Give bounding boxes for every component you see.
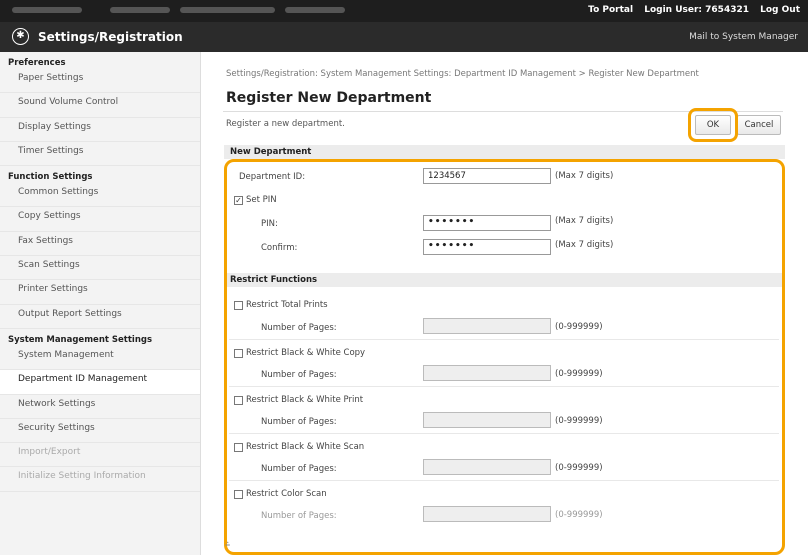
sidebar-item-initialize[interactable]: Initialize Setting Information [0, 467, 200, 492]
blurred-text [285, 7, 345, 13]
sidebar-item-output-report[interactable]: Output Report Settings [0, 305, 200, 329]
blurred-text [110, 7, 170, 13]
sidebar-item-paper-settings[interactable]: Paper Settings [0, 69, 200, 94]
page-description: Register a new department. [226, 119, 345, 129]
sidebar-item-system-management[interactable]: System Management [0, 346, 200, 371]
main-content: Settings/Registration: System Management… [201, 52, 808, 555]
sidebar-item-display-settings[interactable]: Display Settings [0, 118, 200, 142]
cancel-button[interactable]: Cancel [737, 115, 781, 135]
app-title: Settings/Registration [38, 30, 183, 44]
login-user-label: Login User: 7654321 [644, 5, 749, 15]
top-bar: To Portal Login User: 7654321 Log Out [0, 0, 808, 22]
sidebar-item-common-settings[interactable]: Common Settings [0, 183, 200, 208]
sidebar-item-security-settings[interactable]: Security Settings [0, 419, 200, 444]
mail-to-system-manager-link[interactable]: Mail to System Manager [689, 32, 798, 42]
sidebar-item-fax-settings[interactable]: Fax Settings [0, 232, 200, 257]
title-bar: ✱ Settings/Registration Mail to System M… [0, 22, 808, 52]
sidebar: Preferences Paper Settings Sound Volume … [0, 52, 201, 555]
sidebar-item-import-export[interactable]: Import/Export [0, 443, 200, 468]
sidebar-item-printer-settings[interactable]: Printer Settings [0, 280, 200, 305]
sidebar-section-function: Function Settings [8, 172, 93, 183]
sidebar-section-system: System Management Settings [8, 334, 153, 345]
portal-link[interactable]: To Portal [588, 5, 633, 15]
blurred-text [12, 7, 82, 13]
sidebar-item-copy-settings[interactable]: Copy Settings [0, 207, 200, 232]
page-title: Register New Department [226, 90, 432, 106]
sidebar-item-timer-settings[interactable]: Timer Settings [0, 142, 200, 167]
sidebar-item-network-settings[interactable]: Network Settings [0, 395, 200, 419]
sidebar-item-sound-volume[interactable]: Sound Volume Control [0, 93, 200, 118]
sidebar-section-preferences: Preferences [8, 58, 66, 68]
sidebar-item-scan-settings[interactable]: Scan Settings [0, 256, 200, 281]
scroll-to-top-icon[interactable]: ⩮ [225, 540, 230, 550]
logout-link[interactable]: Log Out [760, 5, 800, 15]
ok-highlight [688, 108, 738, 142]
sidebar-item-department-id[interactable]: Department ID Management [0, 370, 200, 395]
section-new-department: New Department [224, 145, 785, 159]
blurred-text [180, 7, 275, 13]
settings-logo-icon: ✱ [12, 28, 29, 45]
breadcrumb: Settings/Registration: System Management… [226, 69, 699, 79]
form-highlight [224, 159, 785, 555]
